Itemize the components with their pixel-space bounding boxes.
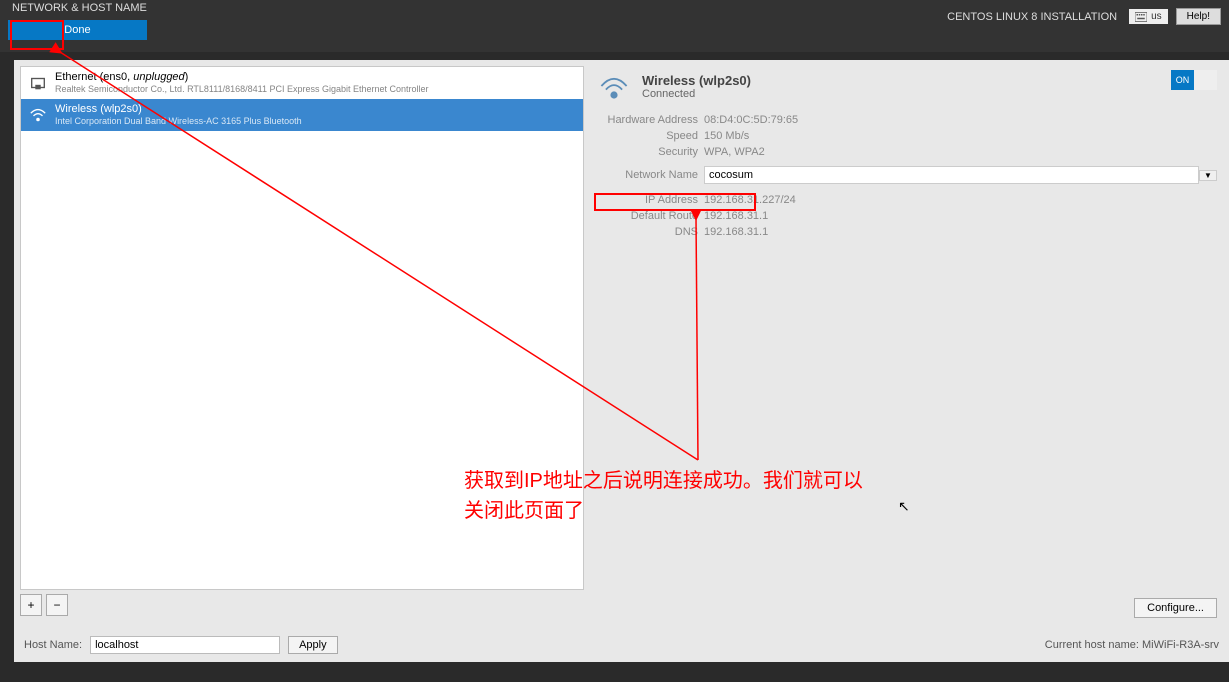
- hostname-input[interactable]: [90, 636, 280, 654]
- connection-toggle[interactable]: ON: [1171, 70, 1217, 90]
- network-name-dropdown[interactable]: ▼: [1199, 170, 1217, 181]
- toggle-on-label: ON: [1171, 70, 1194, 90]
- dns-row: DNS 192.168.31.1: [596, 224, 1217, 240]
- speed-row: Speed 150 Mb/s: [596, 128, 1217, 144]
- help-button[interactable]: Help!: [1176, 8, 1221, 25]
- annotation-text: 获取到IP地址之后说明连接成功。我们就可以 关闭此页面了: [464, 466, 863, 526]
- ip-address-row: IP Address 192.168.31.227/24: [596, 192, 1217, 208]
- add-interface-button[interactable]: +: [20, 594, 42, 616]
- network-name-row: Network Name ▼: [596, 166, 1217, 184]
- detail-status: Connected: [642, 88, 751, 100]
- ethernet-icon: [29, 74, 47, 92]
- main-panel: Ethernet (ens0, unplugged) Realtek Semic…: [14, 60, 1229, 662]
- default-route-row: Default Route 192.168.31.1: [596, 208, 1217, 224]
- nic-title: Ethernet (ens0, unplugged): [55, 71, 429, 84]
- apply-button[interactable]: Apply: [288, 636, 338, 654]
- header: NETWORK & HOST NAME Done CENTOS LINUX 8 …: [0, 0, 1229, 52]
- nic-subtitle: Intel Corporation Dual Band Wireless-AC …: [55, 116, 302, 127]
- keyboard-indicator[interactable]: us: [1129, 9, 1168, 24]
- security-row: Security WPA, WPA2: [596, 144, 1217, 160]
- nic-item-wireless[interactable]: Wireless (wlp2s0) Intel Corporation Dual…: [21, 99, 583, 131]
- installer-title: CENTOS LINUX 8 INSTALLATION: [947, 11, 1117, 23]
- configure-button[interactable]: Configure...: [1134, 598, 1217, 618]
- done-button[interactable]: Done: [8, 20, 147, 40]
- network-name-input[interactable]: [704, 166, 1199, 184]
- hw-address-row: Hardware Address 08:D4:0C:5D:79:65: [596, 112, 1217, 128]
- page-title: NETWORK & HOST NAME: [8, 2, 147, 14]
- cursor-icon: ↖: [898, 498, 910, 515]
- wireless-detail-icon: [596, 68, 632, 104]
- remove-interface-button[interactable]: −: [46, 594, 68, 616]
- nic-title: Wireless (wlp2s0): [55, 103, 302, 116]
- keyboard-layout-label: us: [1151, 11, 1162, 22]
- wireless-icon: [29, 106, 47, 124]
- toggle-off-side: [1194, 70, 1217, 90]
- nic-item-ethernet[interactable]: Ethernet (ens0, unplugged) Realtek Semic…: [21, 67, 583, 99]
- detail-title: Wireless (wlp2s0): [642, 73, 751, 88]
- network-list-column: Ethernet (ens0, unplugged) Realtek Semic…: [14, 60, 584, 622]
- hostname-label: Host Name:: [24, 639, 82, 651]
- network-detail-column: Wireless (wlp2s0) Connected ON Hardware …: [584, 60, 1229, 622]
- current-hostname: Current host name: MiWiFi-R3A-srv: [1045, 639, 1219, 651]
- keyboard-icon: [1135, 12, 1147, 22]
- nic-subtitle: Realtek Semiconductor Co., Ltd. RTL8111/…: [55, 84, 429, 95]
